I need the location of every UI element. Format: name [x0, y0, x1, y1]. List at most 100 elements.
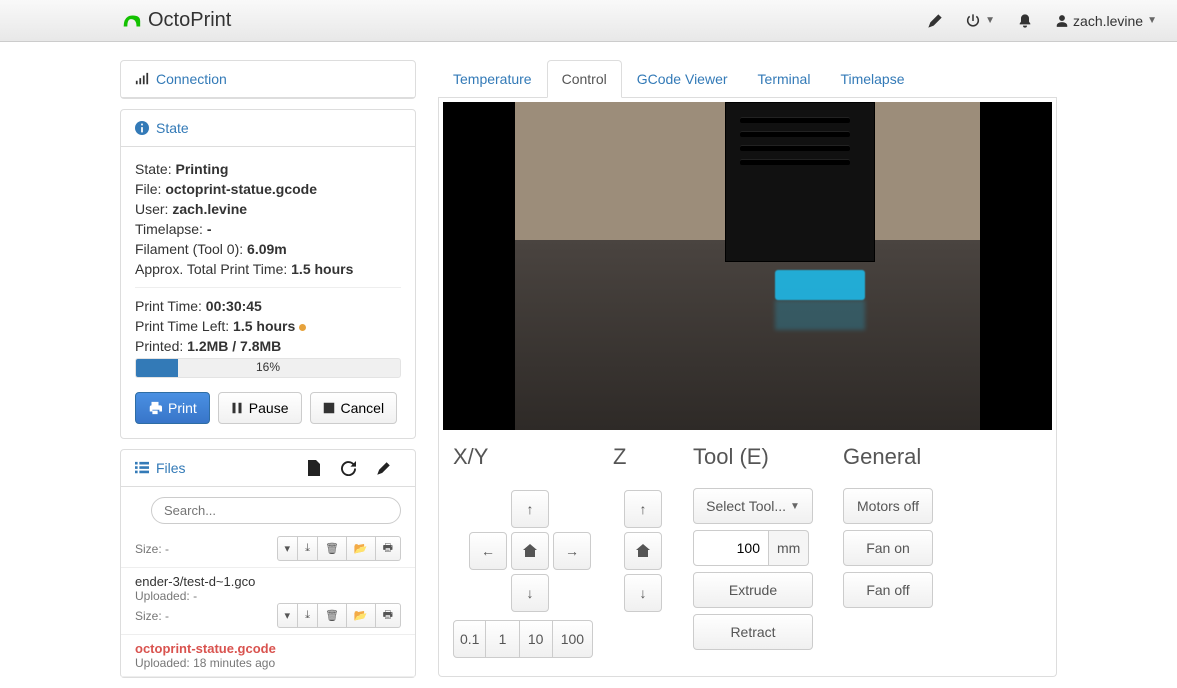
file-download-icon[interactable]: ⤓ [298, 603, 318, 628]
files-search-input[interactable] [151, 497, 401, 524]
print-button[interactable]: Print [135, 392, 210, 424]
file-label: File: [135, 181, 161, 197]
file-load-icon[interactable]: 📂 [347, 536, 376, 561]
print-time-label: Print Time: [135, 298, 202, 314]
power-menu[interactable]: ▼ [965, 13, 995, 29]
control-panel: X/Y ↑ ← → ↓ 0.1 1 10 100 [438, 98, 1057, 677]
file-row: Size: - ▾ ⤓ 🗑 📂 🖶 [121, 530, 415, 568]
caret-down-icon: ▼ [1147, 15, 1157, 26]
step-10[interactable]: 10 [520, 620, 553, 658]
jog-y-down[interactable]: ↓ [511, 574, 549, 612]
file-print-icon[interactable]: 🖶 [376, 536, 401, 561]
step-100[interactable]: 100 [553, 620, 593, 658]
timelapse-label: Timelapse: [135, 221, 203, 237]
state-title[interactable]: State [156, 120, 189, 136]
home-xy[interactable] [511, 532, 549, 570]
jog-x-right[interactable]: → [553, 532, 591, 570]
printed-label: Printed: [135, 338, 183, 354]
retract-button[interactable]: Retract [693, 614, 813, 650]
motors-off-button[interactable]: Motors off [843, 488, 933, 524]
file-name: ender-3/test-d~1.gco [135, 574, 401, 589]
file-row[interactable]: ender-3/test-d~1.gco Uploaded: - Size: -… [121, 568, 415, 635]
file-delete-icon[interactable]: 🗑 [318, 536, 347, 561]
tab-terminal[interactable]: Terminal [743, 60, 826, 98]
state-panel: State State: Printing File: octoprint-st… [120, 109, 416, 439]
files-panel: Files Size: - ▾ ⤓ 🗑 📂 🖶 [120, 449, 416, 678]
fan-on-button[interactable]: Fan on [843, 530, 933, 566]
connection-title[interactable]: Connection [156, 71, 227, 87]
settings-icon[interactable] [927, 13, 943, 29]
state-value: Printing [175, 161, 228, 177]
filament-label: Filament (Tool 0): [135, 241, 243, 257]
file-value: octoprint-statue.gcode [165, 181, 317, 197]
jog-y-up[interactable]: ↑ [511, 490, 549, 528]
approx-value: 1.5 hours [291, 261, 353, 277]
jog-z-down[interactable]: ↓ [624, 574, 662, 612]
tab-temperature[interactable]: Temperature [438, 60, 547, 98]
print-time-value: 00:30:45 [206, 298, 262, 314]
timelapse-value: - [207, 221, 212, 237]
list-icon [135, 461, 149, 475]
caret-down-icon: ▼ [985, 15, 995, 26]
jog-x-left[interactable]: ← [469, 532, 507, 570]
user-menu[interactable]: zach.levine ▼ [1055, 13, 1157, 29]
extrude-unit: mm [769, 530, 809, 566]
size-value: - [165, 609, 169, 623]
cancel-button[interactable]: Cancel [310, 392, 398, 424]
webcam-stream[interactable] [443, 102, 1052, 430]
file-sort-icon[interactable]: ▾ [277, 603, 299, 628]
brand-logo[interactable]: OctoPrint [120, 9, 231, 32]
left-value: 1.5 hours [233, 318, 295, 334]
approx-label: Approx. Total Print Time: [135, 261, 287, 277]
filament-value: 6.09m [247, 241, 287, 257]
step-0-1[interactable]: 0.1 [453, 620, 486, 658]
uploaded-value: 18 minutes ago [193, 656, 275, 670]
jog-z-up[interactable]: ↑ [624, 490, 662, 528]
estimate-dot-icon [299, 324, 306, 331]
extrude-amount-input[interactable] [693, 530, 769, 566]
user-value: zach.levine [172, 201, 247, 217]
brand-text: OctoPrint [148, 9, 231, 32]
extrude-button[interactable]: Extrude [693, 572, 813, 608]
tab-bar: Temperature Control GCode Viewer Termina… [438, 60, 1057, 98]
size-label: Size: [135, 609, 162, 623]
size-value: - [165, 542, 169, 556]
home-z[interactable] [624, 532, 662, 570]
uploaded-label: Uploaded: [135, 656, 190, 670]
tab-gcode[interactable]: GCode Viewer [622, 60, 743, 98]
refresh-icon[interactable] [331, 461, 366, 476]
z-title: Z [613, 444, 673, 470]
fan-off-button[interactable]: Fan off [843, 572, 933, 608]
file-delete-icon[interactable]: 🗑 [318, 603, 347, 628]
cancel-label: Cancel [341, 400, 385, 416]
wrench-icon[interactable] [366, 461, 401, 476]
file-icon[interactable] [297, 460, 331, 476]
progress-label: 16% [136, 360, 400, 374]
file-print-icon[interactable]: 🖶 [376, 603, 401, 628]
uploaded-label: Uploaded: [135, 589, 190, 603]
file-load-icon[interactable]: 📂 [347, 603, 376, 628]
print-label: Print [168, 400, 197, 416]
state-label: State: [135, 161, 172, 177]
octoprint-logo-icon [120, 10, 142, 32]
notifications-icon[interactable] [1017, 13, 1033, 29]
info-icon [135, 121, 149, 135]
file-download-icon[interactable]: ⤓ [298, 536, 318, 561]
files-title-link[interactable]: Files [135, 460, 186, 476]
size-label: Size: [135, 542, 162, 556]
file-row-current[interactable]: octoprint-statue.gcode Uploaded: 18 minu… [121, 635, 415, 677]
step-1[interactable]: 1 [486, 620, 519, 658]
progress-bar: 16% [135, 358, 401, 378]
connection-panel: Connection [120, 60, 416, 99]
uploaded-value: - [193, 589, 197, 603]
select-tool-dropdown[interactable]: Select Tool... ▼ [693, 488, 813, 524]
tool-title: Tool (E) [693, 444, 823, 470]
tab-control[interactable]: Control [547, 60, 622, 98]
pause-label: Pause [249, 400, 289, 416]
top-navbar: OctoPrint ▼ zach.levine ▼ [0, 0, 1177, 42]
pause-button[interactable]: Pause [218, 392, 302, 424]
file-sort-icon[interactable]: ▾ [277, 536, 299, 561]
signal-icon [135, 72, 149, 86]
left-label: Print Time Left: [135, 318, 229, 334]
tab-timelapse[interactable]: Timelapse [825, 60, 919, 98]
